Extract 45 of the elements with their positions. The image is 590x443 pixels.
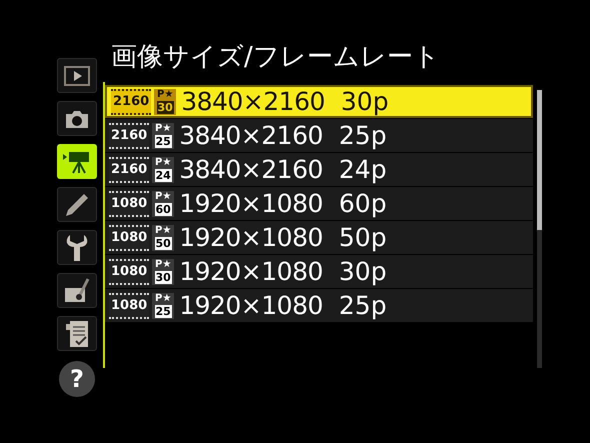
resolution-badge: 1080 <box>109 224 150 250</box>
frame-rate-badge: P★ 60 <box>152 190 174 216</box>
frame-size: 1920×1080 <box>179 225 323 250</box>
pencil-icon <box>64 192 90 218</box>
resolution-badge: 2160 <box>109 122 150 148</box>
frame-rate: 50p <box>338 225 387 250</box>
frame-rate-badge: P★ 25 <box>152 292 174 318</box>
frame-size: 1920×1080 <box>179 293 323 318</box>
frame-rate: 25p <box>338 293 387 318</box>
frame-size: 1920×1080 <box>179 259 323 284</box>
frame-rate-badge: P★ 25 <box>152 122 174 148</box>
camera-icon <box>64 108 90 128</box>
scroll-bar[interactable] <box>537 90 542 368</box>
frame-rate: 30p <box>340 89 389 114</box>
help-button[interactable]: ? <box>59 361 95 397</box>
menu-tab[interactable] <box>57 144 97 179</box>
frame-rate: 30p <box>338 259 387 284</box>
resolution-badge: 2160 <box>109 156 150 182</box>
frame-rate: 24p <box>338 157 387 182</box>
frame-rate-badge: P★ 50 <box>152 224 174 250</box>
frame-size: 1920×1080 <box>179 191 323 216</box>
frame-rate-badge: P★ 30 <box>152 258 174 284</box>
frame-rate: 60p <box>338 191 387 216</box>
frame-rate-badge: P★ 24 <box>152 156 174 182</box>
menu-title: 画像サイズ/フレームレート <box>111 44 441 74</box>
frame-size: 3840×2160 <box>181 89 325 114</box>
movie-camera-icon <box>62 150 92 174</box>
menu-tab[interactable] <box>57 230 97 265</box>
brush-icon <box>63 278 91 304</box>
playback-icon <box>64 66 90 86</box>
frame-size: 3840×2160 <box>179 123 323 148</box>
resolution-badge: 2160 <box>111 88 152 114</box>
menu-tab[interactable] <box>57 273 97 308</box>
resolution-badge: 1080 <box>109 190 150 216</box>
menu-tab[interactable] <box>57 101 97 136</box>
wrench-icon <box>66 234 88 262</box>
frame-rate: 25p <box>338 123 387 148</box>
resolution-badge: 1080 <box>109 258 150 284</box>
resolution-badge: 1080 <box>109 292 150 318</box>
frame-rate-badge: P★ 30 <box>154 88 176 114</box>
menu-tab[interactable] <box>57 187 97 222</box>
checklist-icon <box>65 320 89 348</box>
menu-tab[interactable] <box>57 58 97 93</box>
menu-tab[interactable] <box>57 316 97 351</box>
frame-size: 3840×2160 <box>179 157 323 182</box>
